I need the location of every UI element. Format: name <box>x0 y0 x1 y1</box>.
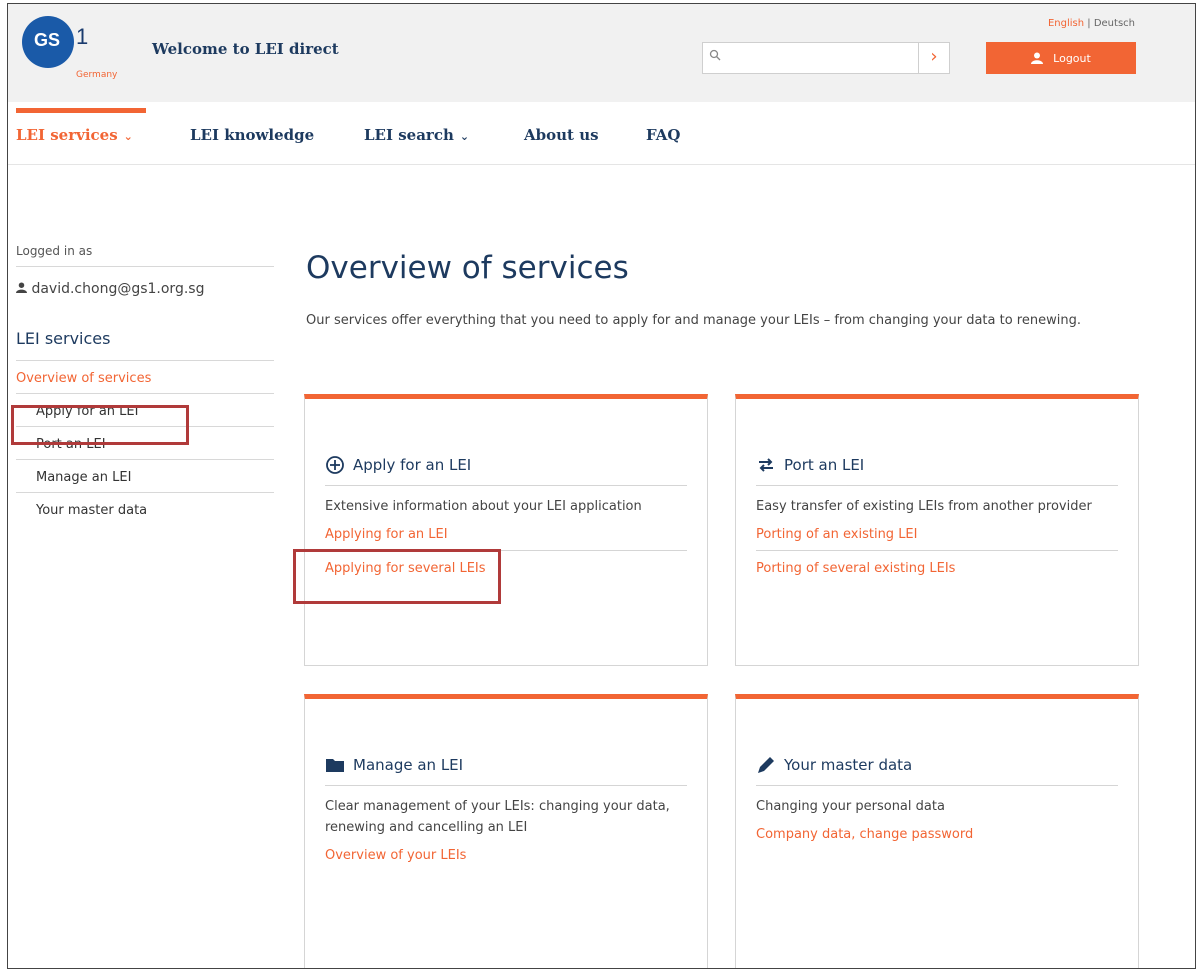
logout-button[interactable]: Logout <box>986 42 1136 74</box>
nav-label: LEI search <box>364 126 454 144</box>
page-title: Overview of services <box>306 250 629 286</box>
annotation-highlight-link <box>293 549 501 604</box>
lang-separator: | <box>1084 18 1094 29</box>
transfer-icon <box>759 458 773 472</box>
logged-in-label: Logged in as <box>16 244 274 267</box>
nav-active-indicator <box>16 108 146 113</box>
search-submit-button[interactable]: › <box>918 43 949 73</box>
card-port: Port an LEI Easy transfer of existing LE… <box>735 394 1139 666</box>
card-manage: Manage an LEI Clear management of your L… <box>304 694 708 968</box>
logo-country: Germany <box>76 70 118 80</box>
nav-item-lei-knowledge[interactable]: LEI knowledge <box>190 126 314 144</box>
page-description: Our services offer everything that you n… <box>306 313 1081 328</box>
nav-item-faq[interactable]: FAQ <box>646 126 680 144</box>
card-title-text: Manage an LEI <box>353 756 464 774</box>
link-applying-for-lei[interactable]: Applying for an LEI <box>325 527 687 551</box>
lang-deutsch-link[interactable]: Deutsch <box>1094 18 1135 29</box>
card-description: Clear management of your LEIs: changing … <box>325 799 670 835</box>
gs1-logo[interactable]: GS 1 Germany <box>16 12 128 84</box>
plus-circle-icon <box>326 456 344 474</box>
link-porting-existing-lei[interactable]: Porting of an existing LEI <box>756 527 1118 551</box>
card-apply: Apply for an LEI Extensive information a… <box>304 394 708 666</box>
link-company-data[interactable]: Company data, change password <box>756 827 1118 850</box>
logo-text: GS <box>34 30 61 50</box>
card-description: Extensive information about your LEI app… <box>325 499 642 514</box>
card-title-text: Your master data <box>784 756 913 774</box>
card-title: Manage an LEI <box>325 755 687 786</box>
sidebar-item-overview[interactable]: Overview of services <box>16 361 274 394</box>
logout-label: Logout <box>1053 51 1091 65</box>
link-porting-several-leis[interactable]: Porting of several existing LEIs <box>756 561 1118 584</box>
card-master-data: Your master data Changing your personal … <box>735 694 1139 968</box>
card-description: Changing your personal data <box>756 799 945 814</box>
card-description: Easy transfer of existing LEIs from anot… <box>756 499 1092 514</box>
logo-one: 1 <box>76 24 89 49</box>
sidebar-item-master-data[interactable]: Your master data <box>16 493 274 525</box>
main-nav: LEI services ⌄ LEI knowledge LEI search ⌄ … <box>8 102 1195 165</box>
search-box: › <box>702 42 950 74</box>
nav-item-lei-search[interactable]: LEI search ⌄ <box>364 126 469 144</box>
card-title: Port an LEI <box>756 455 1118 486</box>
user-icon <box>1031 52 1044 64</box>
nav-label: LEI services <box>16 126 118 144</box>
card-title: Your master data <box>756 755 1118 786</box>
site-header: GS 1 Germany Welcome to LEI direct Engli… <box>8 4 1195 102</box>
user-email: david.chong@gs1.org.sg <box>31 281 205 297</box>
nav-item-lei-services[interactable]: LEI services ⌄ <box>16 126 133 144</box>
sidebar-section-title: LEI services <box>16 297 274 361</box>
sidebar: Logged in as david.chong@gs1.org.sg LEI … <box>16 244 274 525</box>
language-switcher: English | Deutsch <box>1048 18 1135 29</box>
pencil-icon <box>758 757 774 773</box>
annotation-highlight-sidebar <box>11 405 189 445</box>
card-title-text: Port an LEI <box>784 456 865 474</box>
folder-icon <box>326 759 344 772</box>
chevron-down-icon: ⌄ <box>459 130 470 143</box>
welcome-title: Welcome to LEI direct <box>152 40 339 58</box>
sidebar-item-manage[interactable]: Manage an LEI <box>16 460 274 493</box>
nav-item-about-us[interactable]: About us <box>524 126 599 144</box>
browser-frame: GS 1 Germany Welcome to LEI direct Engli… <box>7 3 1196 969</box>
card-title-text: Apply for an LEI <box>353 456 472 474</box>
user-icon <box>16 282 27 293</box>
card-title: Apply for an LEI <box>325 455 687 486</box>
link-overview-of-leis[interactable]: Overview of your LEIs <box>325 848 687 871</box>
logged-in-user: david.chong@gs1.org.sg <box>16 267 274 297</box>
lang-english-link[interactable]: English <box>1048 18 1084 29</box>
search-icon <box>709 49 721 64</box>
chevron-down-icon: ⌄ <box>123 130 133 143</box>
